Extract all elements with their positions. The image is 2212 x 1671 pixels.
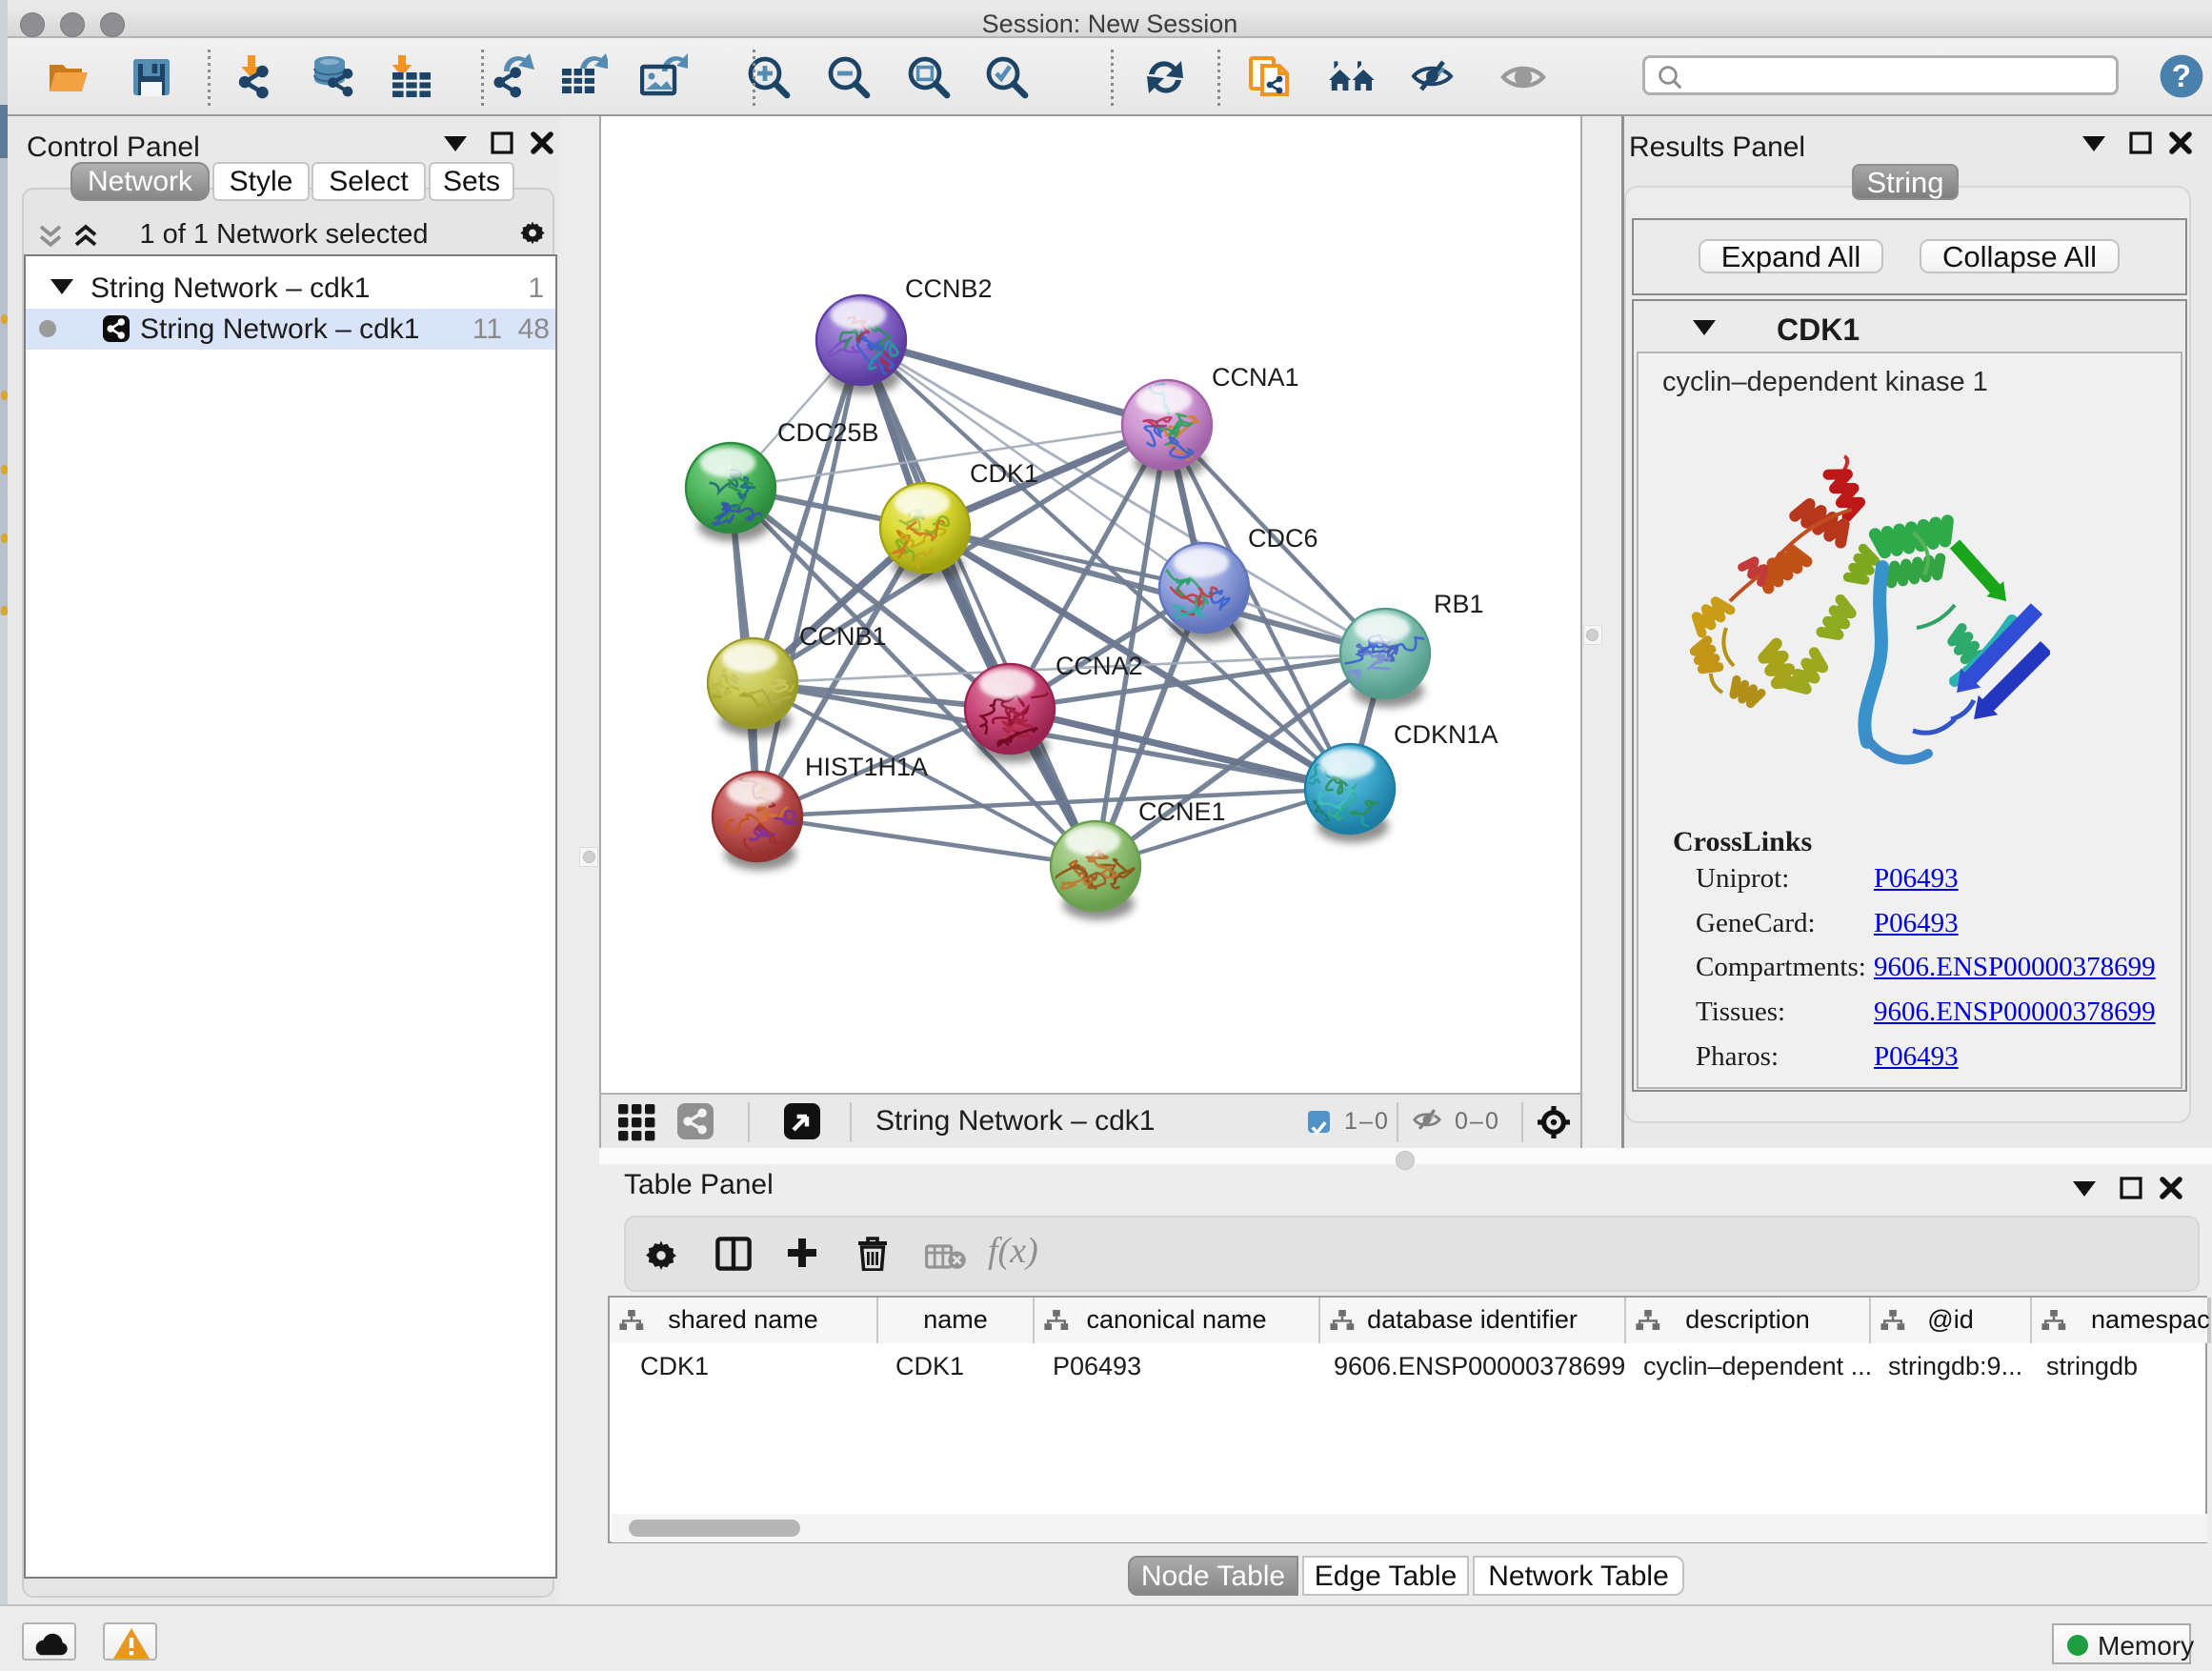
svg-text:CDC25B: CDC25B [777,418,879,447]
svg-text:RB1: RB1 [1434,590,1484,618]
svg-text:CCNA2: CCNA2 [1056,652,1143,680]
svg-text:CDC6: CDC6 [1248,524,1318,553]
svg-text:HIST1H1A: HIST1H1A [805,753,928,781]
svg-text:CCNB2: CCNB2 [905,274,993,303]
svg-text:CCNA1: CCNA1 [1212,363,1299,392]
svg-text:CCNB1: CCNB1 [799,622,887,651]
svg-text:CDKN1A: CDKN1A [1394,720,1498,749]
svg-text:CDK1: CDK1 [970,459,1038,488]
svg-text:CCNE1: CCNE1 [1138,797,1226,826]
svg-text:?: ? [2172,58,2191,93]
